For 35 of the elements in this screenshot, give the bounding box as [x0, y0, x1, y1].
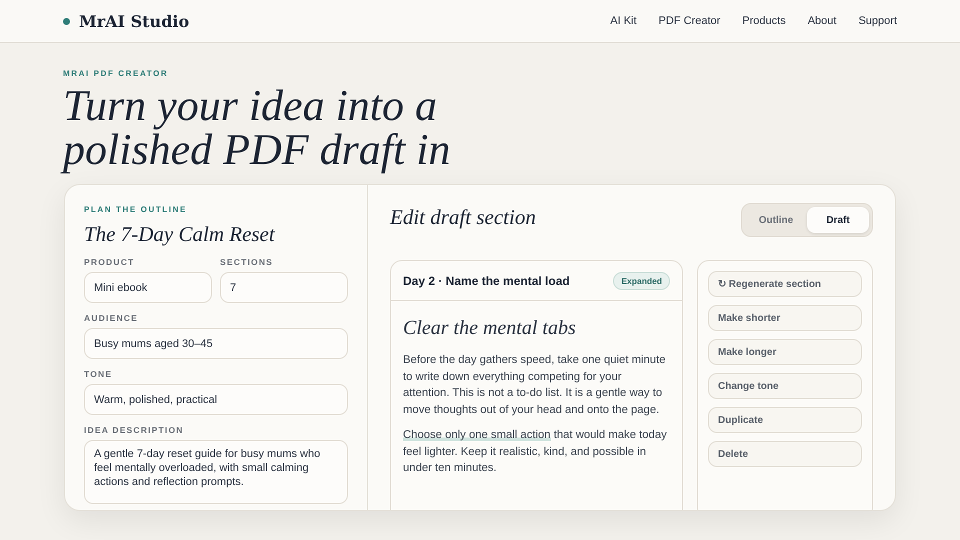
action-button[interactable]: Duplicate — [708, 407, 862, 433]
input-field[interactable]: Mini ebook — [84, 272, 212, 303]
input-field[interactable]: Warm, polished, practical — [84, 384, 348, 415]
input-field[interactable]: 7 — [220, 272, 348, 303]
action-button[interactable]: Change tone — [708, 373, 862, 399]
nav-link[interactable]: PDF Creator — [658, 15, 720, 27]
brand-name[interactable]: MrAI Studio — [79, 12, 190, 30]
field-label: IDEA DESCRIPTION — [84, 425, 185, 435]
nav-link[interactable]: Support — [858, 15, 897, 27]
field-label: TONE — [84, 369, 114, 379]
outline-title: The 7-Day Calm Reset — [84, 222, 276, 247]
input-field[interactable]: Busy mums aged 30–45 — [84, 328, 348, 359]
nav-link[interactable]: About — [808, 15, 836, 27]
section-paragraph: Before the day gathers speed, take one quiet minute to write down everything competing for your attention. This is not a to-do list. It is a gentle way to move thoughts out of your head and onto the page. — [403, 353, 667, 418]
field-label: SECTIONS — [220, 257, 274, 267]
nav-link[interactable]: AI Kit — [610, 15, 637, 27]
panel-eyebrow: PLAN THE OUTLINE — [84, 205, 188, 214]
hero-eyebrow: MRAI PDF CREATOR — [63, 69, 170, 78]
view-tab[interactable]: Outline — [745, 207, 807, 233]
field-label: PRODUCT — [84, 257, 136, 267]
action-button[interactable]: Make longer — [708, 339, 862, 365]
status-badge: Expanded — [613, 272, 670, 290]
action-button[interactable]: ↻ Regenerate section — [708, 271, 862, 297]
field-label: AUDIENCE — [84, 313, 139, 323]
section-heading: Clear the mental tabs — [403, 317, 577, 340]
section-title[interactable]: Day 2 · Name the mental load — [403, 274, 570, 288]
view-tab[interactable]: Draft — [807, 207, 869, 233]
section-paragraph: Choose only one small action that would make today feel lighter. Keep it realistic, kind, and possible in under ten minutes. — [403, 428, 668, 476]
action-button[interactable]: Delete — [708, 441, 862, 467]
nav-link[interactable]: Products — [742, 15, 786, 27]
editor-title: Edit draft section — [390, 205, 536, 230]
hero-title: Turn your idea into a polished PDF draft in — [63, 84, 897, 172]
logo-dot-icon — [63, 18, 70, 24]
action-button[interactable]: Make shorter — [708, 305, 862, 331]
description-field[interactable]: A gentle 7-day reset guide for busy mums who feel mentally overloaded, with small calming actions and reflection prompts. — [84, 440, 348, 504]
